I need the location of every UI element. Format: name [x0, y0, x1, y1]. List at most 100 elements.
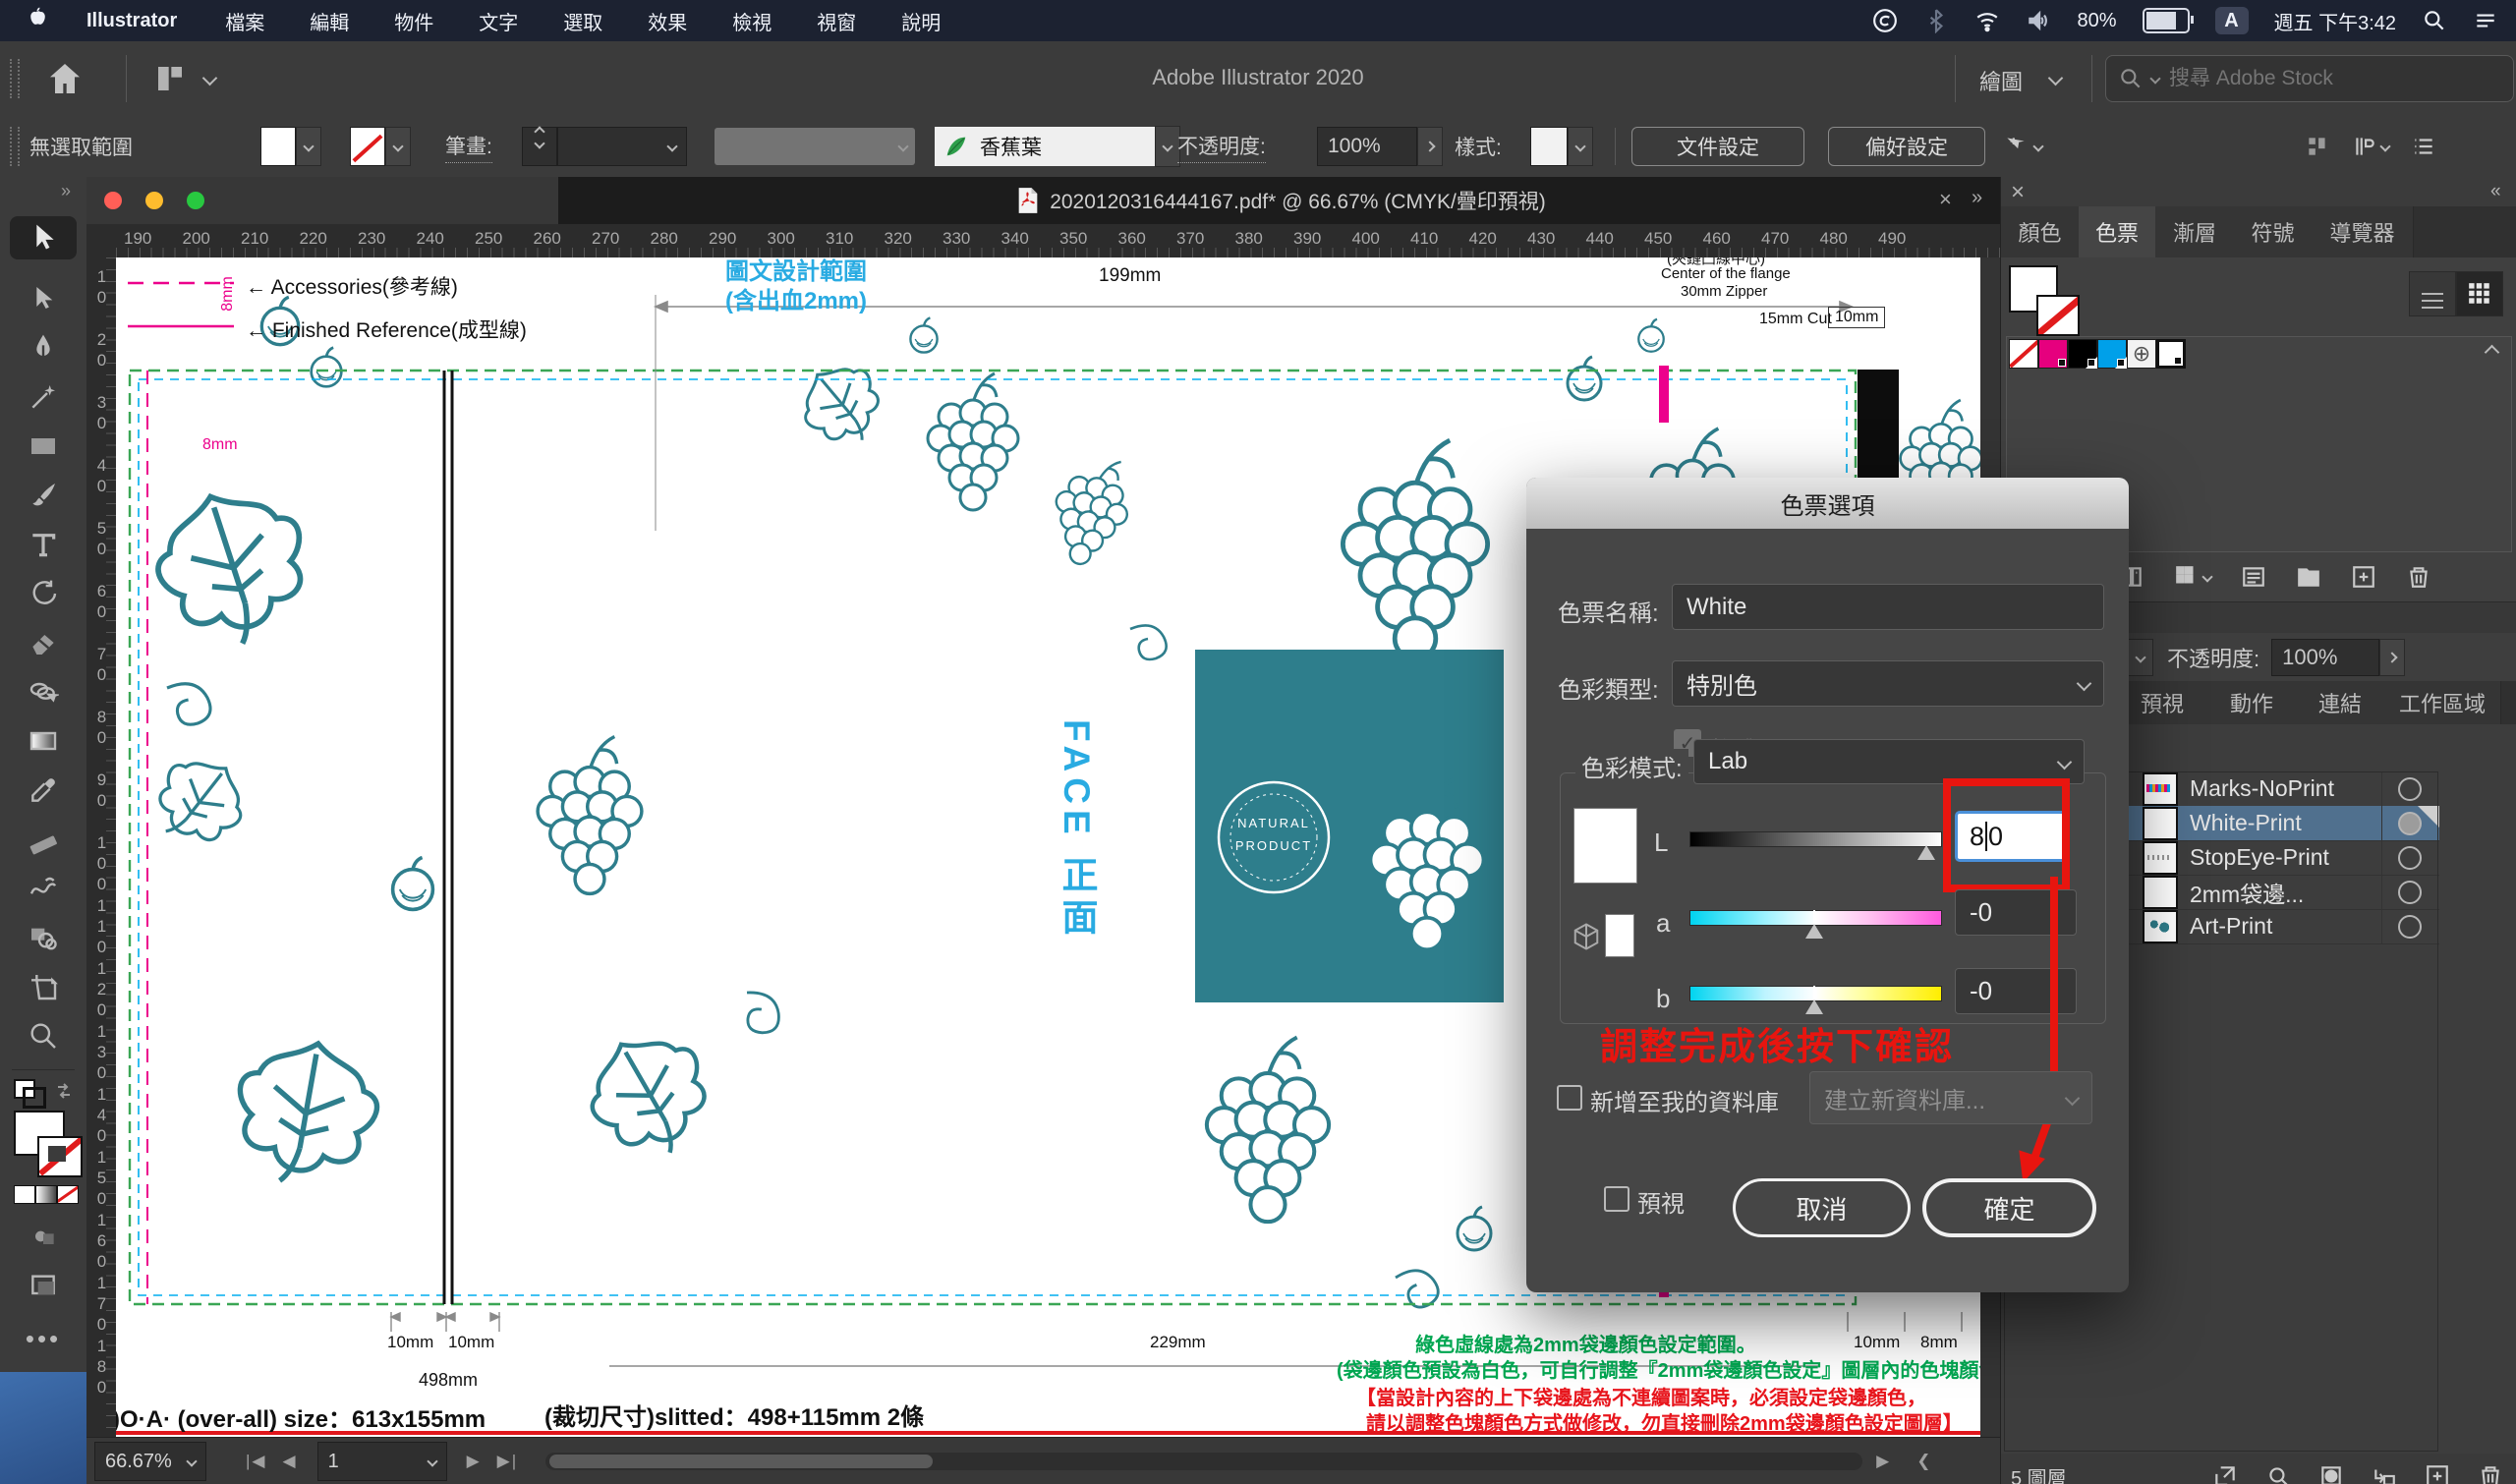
menu-window[interactable]: 視窗: [794, 7, 879, 35]
new-swatch-icon[interactable]: [2351, 564, 2376, 590]
tab-preview[interactable]: 預視: [2117, 681, 2208, 724]
shape-builder-tool[interactable]: [21, 916, 66, 959]
opacity-label[interactable]: 不透明度:: [1177, 116, 1266, 177]
edit-toolbar-button[interactable]: •••: [21, 1317, 66, 1360]
tab-links[interactable]: 連結: [2296, 681, 2385, 724]
bluetooth-icon[interactable]: [1923, 8, 1949, 33]
cancel-button[interactable]: 取消: [1733, 1178, 1911, 1237]
properties-icon[interactable]: [2352, 134, 2389, 159]
tab-swatches[interactable]: 色票: [2079, 206, 2156, 257]
swatch-magenta[interactable]: [2038, 339, 2068, 369]
next-artboard-button[interactable]: ▶: [467, 1452, 482, 1471]
tab-artboards[interactable]: 工作區域: [2384, 681, 2501, 724]
stroke-proxy-none[interactable]: [37, 1136, 83, 1177]
collect-export-icon[interactable]: [2212, 1463, 2238, 1484]
width-tool[interactable]: [21, 867, 66, 910]
first-artboard-button[interactable]: |◀: [246, 1452, 267, 1471]
menu-select[interactable]: 選取: [541, 7, 625, 35]
scrollbar-thumb[interactable]: [549, 1455, 933, 1468]
opacity-field[interactable]: 100%: [1317, 116, 1443, 177]
artboard-tool[interactable]: [21, 965, 66, 1008]
creative-cloud-icon[interactable]: [1872, 8, 1898, 33]
swatch-options-icon[interactable]: [2241, 564, 2266, 590]
out-of-gamut-cube-icon[interactable]: [1572, 922, 1601, 951]
stroke-color-control[interactable]: [350, 116, 411, 177]
stroke-none-swatch[interactable]: [350, 127, 385, 166]
scroll-right-button[interactable]: ▶: [1876, 1452, 1891, 1471]
window-minimize-button[interactable]: [145, 192, 163, 209]
control-center-icon[interactable]: [2473, 8, 2498, 33]
tab-color[interactable]: 顏色: [2001, 206, 2080, 257]
draw-mode-button[interactable]: [21, 1215, 66, 1258]
collapse-icon[interactable]: ❮: [1916, 1452, 1932, 1471]
swatch-scroll-up-icon[interactable]: [2485, 345, 2500, 361]
swatch-black[interactable]: [2068, 339, 2097, 369]
zoom-level-control[interactable]: 66.67%: [94, 1442, 206, 1481]
new-layer-icon[interactable]: [2425, 1463, 2450, 1484]
window-zoom-button[interactable]: [187, 192, 204, 209]
eyedropper-tool[interactable]: [21, 769, 66, 812]
vertical-ruler[interactable]: 1020304050607080901001101201301401501601…: [86, 257, 117, 1437]
direct-selection-tool[interactable]: [21, 277, 66, 320]
swatch-registration[interactable]: ⊕: [2127, 339, 2156, 369]
isolate-selection-control[interactable]: [2003, 116, 2042, 177]
prev-artboard-button[interactable]: ◀: [283, 1452, 298, 1471]
tab-overflow-icon[interactable]: »: [1972, 187, 1982, 209]
make-mask-icon[interactable]: [2318, 1463, 2344, 1484]
dock-opacity-chevron[interactable]: [2379, 639, 2405, 676]
panel-menu-icon[interactable]: [2411, 134, 2436, 159]
lab-a-handle[interactable]: [1805, 924, 1823, 939]
align-icon[interactable]: [2305, 134, 2330, 159]
layer-target-icon[interactable]: [2398, 881, 2422, 904]
document-setup-button[interactable]: 文件設定: [1631, 127, 1804, 166]
lab-b-handle[interactable]: [1805, 999, 1823, 1014]
spotlight-icon[interactable]: [2422, 8, 2447, 33]
menubar-clock[interactable]: 週五 下午3:42: [2274, 7, 2396, 35]
delete-swatch-icon[interactable]: [2406, 564, 2431, 590]
preferences-button[interactable]: 偏好設定: [1828, 127, 1985, 166]
fill-color-control[interactable]: [260, 116, 321, 177]
last-artboard-button[interactable]: ▶|: [497, 1452, 519, 1471]
new-sublayer-icon[interactable]: [2372, 1463, 2397, 1484]
menu-view[interactable]: 檢視: [710, 7, 794, 35]
menu-type[interactable]: 文字: [456, 7, 541, 35]
window-close-button[interactable]: [104, 192, 122, 209]
lab-l-handle[interactable]: [1917, 845, 1935, 860]
new-color-group-icon[interactable]: [2296, 564, 2321, 590]
fill-swatch[interactable]: [260, 127, 296, 166]
dock-collapse-icon[interactable]: «: [2490, 181, 2501, 202]
add-to-library-checkbox[interactable]: [1557, 1085, 1582, 1111]
wifi-icon[interactable]: [1974, 8, 2000, 33]
horizontal-scrollbar[interactable]: [545, 1453, 1862, 1470]
color-type-select[interactable]: 特別色: [1672, 660, 2104, 707]
lab-l-slider[interactable]: [1689, 831, 1942, 847]
pen-tool[interactable]: [21, 326, 66, 370]
draw-mode-button[interactable]: 繪圖: [1979, 65, 2023, 96]
tab-actions[interactable]: 動作: [2207, 681, 2297, 724]
input-method-badge[interactable]: A: [2215, 7, 2249, 34]
layer-target-icon[interactable]: [2398, 915, 2422, 939]
swatch-white-spot[interactable]: [2156, 339, 2186, 369]
screen-mode-button[interactable]: [21, 1264, 66, 1307]
adobe-stock-search[interactable]: [2105, 55, 2514, 102]
swap-fill-stroke-icon[interactable]: [51, 1079, 77, 1103]
color-mode-buttons[interactable]: [14, 1185, 79, 1204]
brush-picker[interactable]: 香蕉葉: [935, 116, 1180, 177]
grid-view-button[interactable]: [2456, 271, 2503, 316]
type-tool[interactable]: [21, 523, 66, 566]
menu-file[interactable]: 檔案: [202, 7, 287, 35]
tab-gradient[interactable]: 漸層: [2155, 206, 2235, 257]
tab-navigator[interactable]: 導覽器: [2312, 206, 2414, 257]
paintbrush-tool[interactable]: [21, 474, 66, 517]
artboard-navigation[interactable]: 1: [317, 1442, 447, 1481]
toolbar-collapse-icon[interactable]: »: [61, 181, 71, 201]
lab-b-input[interactable]: -0: [1955, 968, 2077, 1014]
rotate-tool[interactable]: [21, 572, 66, 615]
tab-symbols[interactable]: 符號: [2234, 206, 2313, 257]
list-view-button[interactable]: [2409, 271, 2456, 316]
stroke-weight-stepper[interactable]: [522, 116, 687, 177]
document-tab[interactable]: 2020120316444167.pdf* @ 66.67% (CMYK/疊印預…: [558, 177, 2004, 224]
layer-target-icon[interactable]: [2398, 846, 2422, 870]
menu-object[interactable]: 物件: [372, 7, 456, 35]
gradient-tool[interactable]: [21, 719, 66, 763]
